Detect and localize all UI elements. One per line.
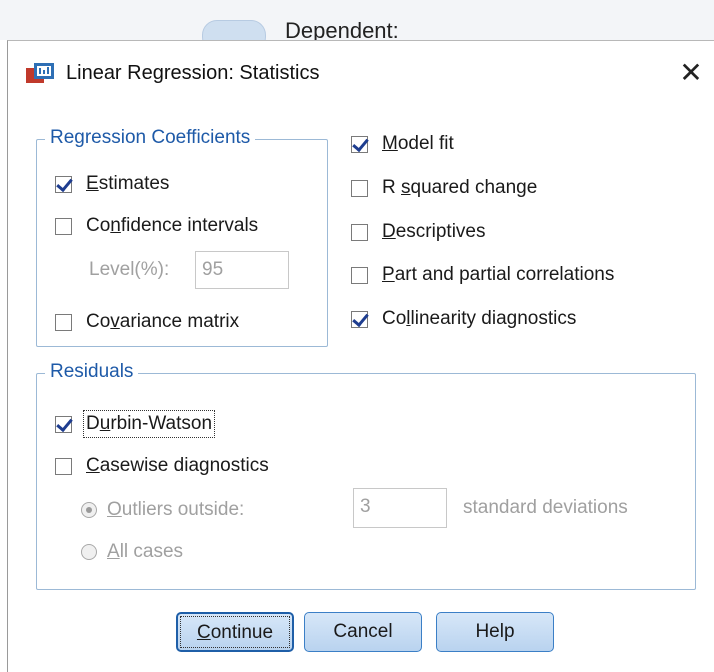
outliers-outside-label: Outliers outside:: [107, 499, 245, 520]
estimates-option[interactable]: Estimates: [55, 170, 169, 198]
outliers-outside-radio[interactable]: [81, 502, 97, 518]
title-bar: Linear Regression: Statistics ✕: [8, 41, 714, 105]
model-fit-label: Model fit: [382, 133, 454, 154]
descriptives-checkbox[interactable]: [351, 223, 368, 241]
all-cases-radio[interactable]: [81, 544, 97, 560]
estimates-label: Estimates: [86, 173, 170, 194]
durbin-watson-checkbox[interactable]: [55, 415, 72, 433]
collinearity-diagnostics-option[interactable]: Collinearity diagnostics: [351, 305, 576, 333]
casewise-diagnostics-label: Casewise diagnostics: [86, 455, 269, 476]
confidence-intervals-checkbox[interactable]: [55, 217, 72, 235]
casewise-diagnostics-option[interactable]: Casewise diagnostics: [55, 452, 269, 480]
residuals-group: Residuals Durbin-Watson Casewise diagnos…: [36, 361, 696, 590]
help-button[interactable]: Help: [436, 612, 554, 652]
spss-app-icon: [26, 63, 54, 83]
dialog-title: Linear Regression: Statistics: [66, 62, 320, 84]
close-icon: ✕: [679, 57, 703, 88]
level-label: Level(%):: [89, 259, 170, 280]
residuals-legend: Residuals: [45, 361, 139, 383]
estimates-checkbox[interactable]: [55, 175, 72, 193]
part-partial-correlations-option[interactable]: Part and partial correlations: [351, 261, 614, 289]
collinearity-diagnostics-checkbox[interactable]: [351, 310, 368, 328]
model-fit-checkbox[interactable]: [351, 135, 368, 153]
regression-coefficients-legend: Regression Coefficients: [45, 127, 256, 149]
all-cases-option[interactable]: All cases: [81, 538, 183, 566]
model-fit-option[interactable]: Model fit: [351, 130, 454, 158]
confidence-intervals-option[interactable]: Confidence intervals: [55, 212, 258, 240]
cancel-button[interactable]: Cancel: [304, 612, 422, 652]
cancel-label: Cancel: [333, 621, 393, 642]
r-squared-change-label: R squared change: [382, 177, 538, 198]
confidence-intervals-label: Confidence intervals: [86, 215, 259, 236]
durbin-watson-option[interactable]: Durbin-Watson: [55, 410, 216, 438]
std-deviations-row: standard deviations: [463, 494, 628, 522]
r-squared-change-option[interactable]: R squared change: [351, 174, 537, 202]
descriptives-option[interactable]: Descriptives: [351, 218, 485, 246]
level-row: Level(%):: [89, 256, 169, 284]
covariance-matrix-checkbox[interactable]: [55, 313, 72, 331]
regression-coefficients-group: Regression Coefficients Estimates Confid…: [36, 127, 328, 347]
descriptives-label: Descriptives: [382, 221, 486, 242]
part-partial-correlations-label: Part and partial correlations: [382, 264, 615, 285]
casewise-diagnostics-checkbox[interactable]: [55, 457, 72, 475]
continue-label: Continue: [196, 622, 274, 643]
part-partial-correlations-checkbox[interactable]: [351, 266, 368, 284]
help-label: Help: [475, 621, 515, 642]
durbin-watson-label: Durbin-Watson: [82, 410, 216, 438]
outliers-outside-option[interactable]: Outliers outside:: [81, 496, 244, 524]
std-deviations-label: standard deviations: [463, 497, 628, 518]
close-button[interactable]: ✕: [671, 53, 711, 93]
outliers-std-input[interactable]: 3: [353, 488, 447, 528]
background-window: Dependent:: [0, 0, 714, 52]
continue-button[interactable]: Continue: [176, 612, 294, 652]
r-squared-change-checkbox[interactable]: [351, 179, 368, 197]
covariance-matrix-option[interactable]: Covariance matrix: [55, 308, 239, 336]
statistics-dialog: Linear Regression: Statistics ✕ Regressi…: [7, 40, 714, 672]
collinearity-diagnostics-label: Collinearity diagnostics: [382, 308, 577, 329]
level-input[interactable]: 95: [195, 251, 289, 289]
covariance-matrix-label: Covariance matrix: [86, 311, 240, 332]
all-cases-label: All cases: [107, 541, 184, 562]
